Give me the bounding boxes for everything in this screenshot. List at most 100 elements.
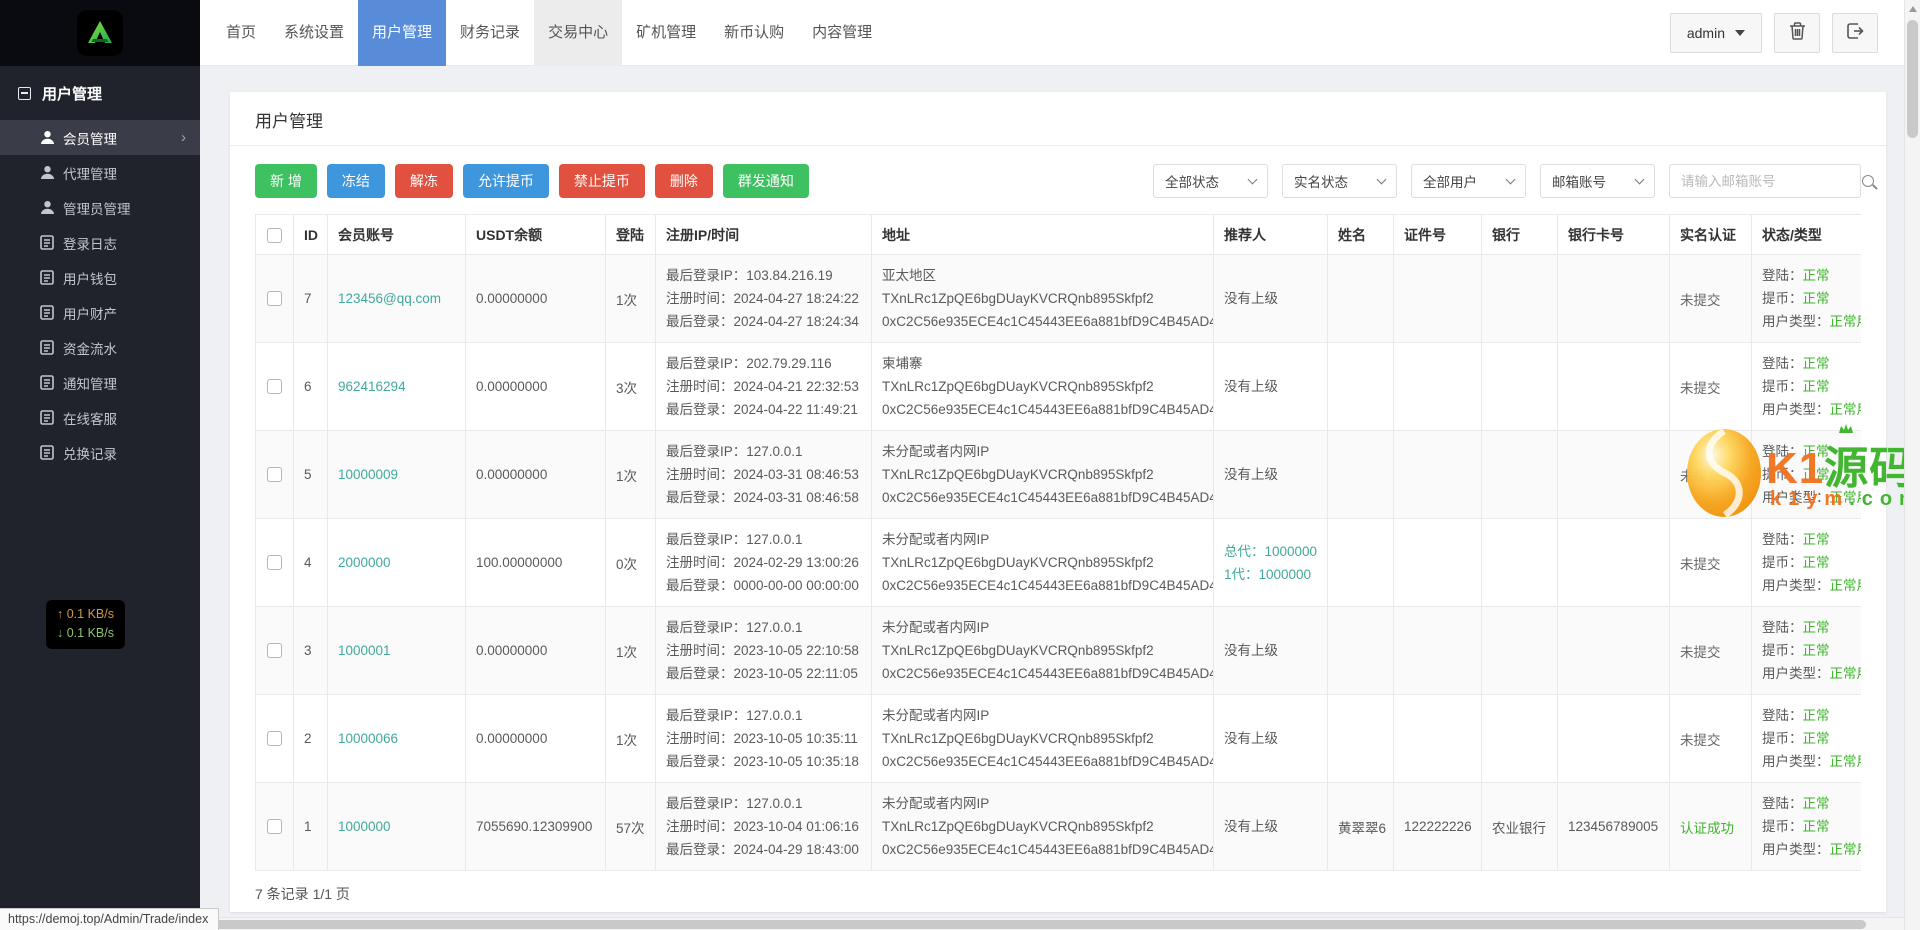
sidebar-item-兑换记录[interactable]: 兑换记录 [0, 435, 200, 470]
user-icon [40, 130, 55, 145]
action-button-删除[interactable]: 删除 [654, 164, 713, 198]
cell-address: 未分配或者内网IP TXnLRc1ZpQE6bgDUayKVCRQnb895Skf… [871, 606, 1214, 695]
nav-tab-交易中心[interactable]: 交易中心 [534, 0, 623, 66]
cell-bank [1481, 342, 1558, 431]
user-table: ID 会员账号 USDT余额 登陆 注册IP/时间 地址 推荐人 姓名 证件号 银行 银行卡号 实名认… [255, 214, 1861, 871]
doc-icon [40, 235, 55, 250]
action-button-禁止提币[interactable]: 禁止提币 [558, 164, 645, 198]
sidebar-item-用户财产[interactable]: 用户财产 [0, 295, 200, 330]
horizontal-scroll-thumb[interactable] [216, 920, 1866, 929]
cell-status: 登陆：正常提币：正常用户类型：正常用户 [1751, 782, 1861, 871]
doc-icon [40, 375, 55, 390]
cell-status: 登陆：正常提币：正常用户类型：正常用户 [1751, 606, 1861, 695]
cell-name [1327, 518, 1394, 607]
sidebar-item-管理员管理[interactable]: 管理员管理 [0, 190, 200, 225]
cell-logins: 1次 [605, 254, 656, 343]
row-checkbox[interactable] [267, 731, 282, 747]
select-value: 实名状态 [1294, 175, 1348, 190]
nav-tab-首页[interactable]: 首页 [212, 0, 270, 66]
nav-tab-内容管理[interactable]: 内容管理 [798, 0, 886, 66]
sidebar-item-登录日志[interactable]: 登录日志 [0, 225, 200, 260]
action-button-解冻[interactable]: 解冻 [394, 164, 453, 198]
cell-address: 未分配或者内网IP TXnLRc1ZpQE6bgDUayKVCRQnb895Skf… [871, 694, 1214, 783]
nav-tab-系统设置[interactable]: 系统设置 [270, 0, 358, 66]
nav-tab-用户管理[interactable]: 用户管理 [358, 0, 447, 66]
cell-status: 登陆：正常提币：正常用户类型：正常用户 [1751, 518, 1861, 607]
vertical-scroll-thumb[interactable] [1907, 20, 1918, 138]
logout-button[interactable] [1832, 13, 1878, 53]
logout-icon [1846, 22, 1864, 45]
row-checkbox[interactable] [267, 643, 282, 659]
cell-id: 3 [293, 606, 328, 695]
column-header-实名认证: 实名认证 [1669, 214, 1752, 255]
app-logo-icon[interactable] [77, 10, 123, 56]
clear-cache-button[interactable] [1774, 13, 1820, 53]
filter-select-邮箱账号[interactable]: 邮箱账号 [1540, 164, 1655, 198]
account-link[interactable]: 2000000 [338, 555, 391, 570]
account-link[interactable]: 962416294 [338, 379, 406, 394]
search-icon[interactable] [1862, 175, 1874, 187]
row-checkbox[interactable] [267, 467, 282, 483]
sidebar-section-header[interactable]: 用户管理 [0, 72, 200, 114]
select-value: 邮箱账号 [1552, 175, 1606, 190]
column-header-银行: 银行 [1481, 214, 1558, 255]
sidebar-item-label: 通知管理 [63, 376, 117, 392]
column-header-ID: ID [293, 214, 328, 255]
column-header-姓名: 姓名 [1327, 214, 1394, 255]
sidebar-item-在线客服[interactable]: 在线客服 [0, 400, 200, 435]
sidebar-item-用户钱包[interactable]: 用户钱包 [0, 260, 200, 295]
cell-ip-time: 最后登录IP：127.0.0.1 注册时间：2024-02-29 13:00:26… [655, 518, 872, 607]
row-checkbox[interactable] [267, 819, 282, 835]
action-button-允许提币[interactable]: 允许提币 [462, 164, 549, 198]
row-checkbox[interactable] [267, 379, 282, 395]
account-link[interactable]: 1000001 [338, 643, 391, 658]
cell-bank-card [1557, 342, 1670, 431]
cell-id: 2 [293, 694, 328, 783]
nav-tab-矿机管理[interactable]: 矿机管理 [622, 0, 710, 66]
nav-tab-财务记录[interactable]: 财务记录 [446, 0, 534, 66]
account-link[interactable]: 10000009 [338, 467, 398, 482]
row-checkbox[interactable] [267, 291, 282, 307]
cell-usdt: 100.00000000 [465, 518, 606, 607]
sidebar-item-资金流水[interactable]: 资金流水 [0, 330, 200, 365]
vertical-scrollbar[interactable] [1904, 0, 1920, 930]
sidebar-item-代理管理[interactable]: 代理管理 [0, 155, 200, 190]
row-checkbox[interactable] [267, 555, 282, 571]
admin-dropdown-button[interactable]: admin [1669, 13, 1762, 53]
chevron-down-icon [1505, 174, 1516, 184]
cell-bank [1481, 694, 1558, 783]
action-button-冻结[interactable]: 冻结 [326, 164, 385, 198]
download-arrow-icon: ↓ [57, 626, 67, 641]
search-input[interactable] [1670, 173, 1862, 189]
sidebar-item-通知管理[interactable]: 通知管理 [0, 365, 200, 400]
action-button-新增[interactable]: 新 增 [255, 164, 317, 198]
sidebar-item-会员管理[interactable]: 会员管理 › [0, 120, 200, 155]
chevron-down-icon [1247, 174, 1258, 184]
cell-bank [1481, 606, 1558, 695]
column-header-USDT余额: USDT余额 [465, 214, 606, 255]
cell-usdt: 0.00000000 [465, 254, 606, 343]
account-link[interactable]: 10000066 [338, 731, 398, 746]
account-link[interactable]: 123456@qq.com [338, 291, 441, 306]
horizontal-scrollbar[interactable] [200, 917, 1904, 930]
cell-id: 7 [293, 254, 328, 343]
column-header-登陆: 登陆 [605, 214, 656, 255]
filter-select-全部用户[interactable]: 全部用户 [1411, 164, 1526, 198]
sidebar-item-label: 用户钱包 [63, 271, 117, 287]
action-button-群发通知[interactable]: 群发通知 [722, 164, 809, 198]
cell-kyc: 未提交 [1669, 430, 1752, 519]
kyc-status-badge: 未提交 [1680, 292, 1721, 308]
select-all-checkbox[interactable] [267, 227, 282, 243]
cell-cert [1393, 254, 1482, 343]
network-speed-badge: ↑ 0.1 KB/s ↓ 0.1 KB/s [46, 600, 125, 649]
account-link[interactable]: 1000000 [338, 819, 391, 834]
cell-account: 10000066 [327, 694, 466, 783]
cell-ip-time: 最后登录IP：103.84.216.19 注册时间：2024-04-27 18:2… [655, 254, 872, 343]
filter-select-全部状态[interactable]: 全部状态 [1153, 164, 1268, 198]
filter-select-实名状态[interactable]: 实名状态 [1282, 164, 1397, 198]
cell-account: 2000000 [327, 518, 466, 607]
logo-bar [0, 0, 200, 66]
cell-ip-time: 最后登录IP：202.79.29.116 注册时间：2024-04-21 22:3… [655, 342, 872, 431]
nav-tab-新币认购[interactable]: 新币认购 [710, 0, 798, 66]
scroll-up-arrow-icon[interactable] [1908, 6, 1917, 12]
